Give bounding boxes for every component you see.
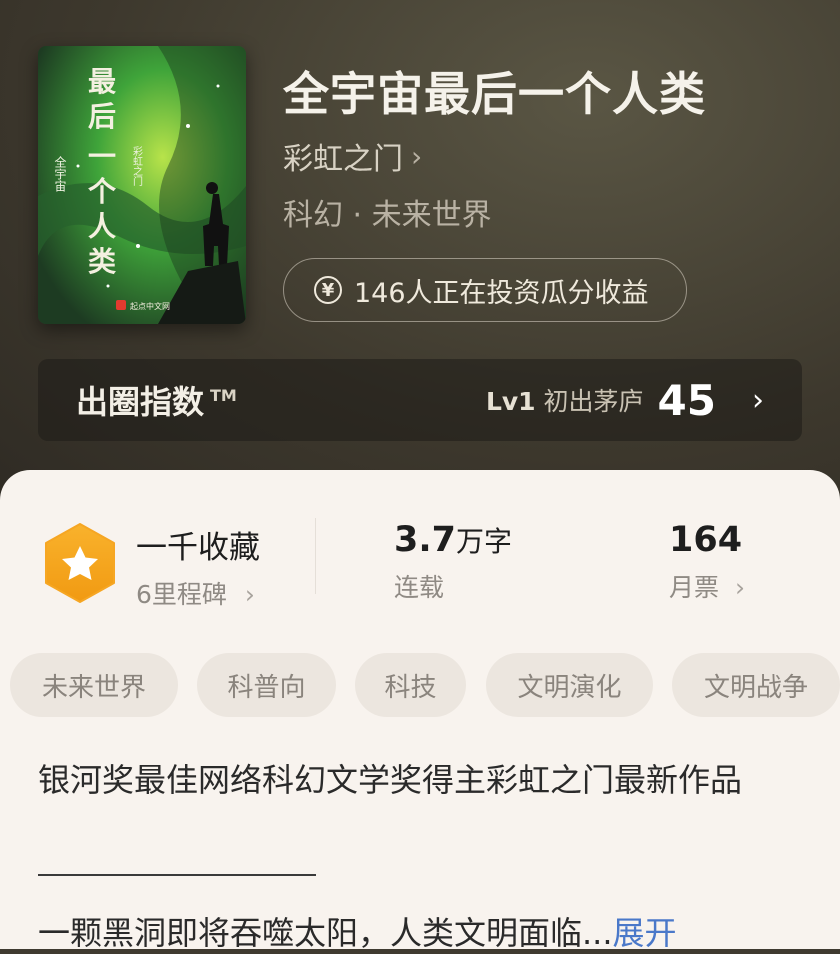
tag-chip[interactable]: 文明演化 bbox=[486, 653, 653, 717]
cover-title-char: 人 bbox=[88, 210, 116, 243]
tag-chip[interactable]: 科普向 bbox=[197, 653, 336, 717]
book-genre: 科幻 · 未来世界 bbox=[283, 198, 492, 233]
synopsis-text: 一颗黑洞即将吞噬太阳，人类文明面临... bbox=[38, 914, 613, 952]
chevron-right-icon: › bbox=[752, 382, 764, 418]
book-description: 银河奖最佳网络科幻文学奖得主彩虹之门最新作品 bbox=[38, 761, 743, 799]
cover-publisher: 起点中文网 bbox=[130, 301, 170, 311]
serial-status: 连载 bbox=[394, 573, 445, 602]
author-name: 彩虹之门 bbox=[283, 142, 403, 177]
investment-button[interactable]: ¥ 146人正在投资瓜分收益 bbox=[283, 258, 687, 322]
book-synopsis: 一颗黑洞即将吞噬太阳，人类文明面临...展开 bbox=[38, 908, 677, 954]
cover-title-char: 个 bbox=[88, 175, 117, 208]
cover-subtitle: 全宇宙 bbox=[53, 155, 67, 192]
collection-subtitle: 6里程碑 › bbox=[136, 575, 260, 611]
tag-chip[interactable]: 科技 bbox=[355, 653, 466, 717]
yen-icon: ¥ bbox=[314, 276, 342, 304]
word-count-unit: 万字 bbox=[456, 525, 513, 558]
word-count-stat: 3.7万字 连载 bbox=[394, 520, 512, 604]
tag-list: 未来世界 科普向 科技 文明演化 文明战争 bbox=[10, 653, 840, 719]
monthly-votes-label-row: 月票 › bbox=[669, 568, 745, 604]
collection-milestone[interactable]: 一千收藏 6里程碑 › bbox=[136, 522, 260, 611]
monthly-votes-label: 月票 bbox=[669, 573, 720, 602]
tag-chip[interactable]: 未来世界 bbox=[10, 653, 178, 717]
chevron-right-icon: › bbox=[244, 580, 255, 609]
word-count-value: 3.7 bbox=[394, 520, 457, 560]
monthly-votes-stat[interactable]: 164 月票 › bbox=[669, 520, 745, 604]
cover-author: 彩虹之门 bbox=[131, 146, 143, 187]
book-details-panel: 一千收藏 6里程碑 › 3.7万字 连载 164 月票 › 未来世界 科普向 科… bbox=[0, 470, 840, 952]
cover-title-char: 类 bbox=[88, 245, 116, 278]
stats-divider bbox=[315, 518, 316, 594]
cover-title-char: 最 bbox=[88, 65, 116, 98]
cover-title-char: 一 bbox=[88, 140, 116, 173]
cover-title-char: 后 bbox=[88, 100, 116, 133]
investment-label: 146人正在投资瓜分收益 bbox=[354, 277, 649, 309]
description-divider bbox=[38, 874, 316, 876]
popularity-index-label: 出圈指数 TM bbox=[76, 377, 237, 423]
expand-link[interactable]: 展开 bbox=[613, 914, 677, 952]
book-title: 全宇宙最后一个人类 bbox=[283, 67, 706, 121]
popularity-index-bar[interactable]: 出圈指数 TM Lv1 初出茅庐 45 › bbox=[38, 359, 802, 441]
level-code: Lv1 bbox=[485, 387, 536, 416]
milestone-count: 6里程碑 bbox=[136, 580, 227, 609]
author-link[interactable]: 彩虹之门 › bbox=[283, 134, 422, 178]
chevron-right-icon: › bbox=[734, 573, 745, 602]
popularity-level: Lv1 初出茅庐 bbox=[486, 382, 644, 418]
trademark-mark: TM bbox=[210, 386, 237, 406]
chevron-right-icon: › bbox=[411, 139, 423, 173]
popularity-index-title: 出圈指数 bbox=[76, 383, 205, 421]
level-name: 初出茅庐 bbox=[543, 387, 644, 416]
star-hexagon-icon bbox=[45, 523, 115, 603]
monthly-votes-value: 164 bbox=[669, 520, 743, 560]
collection-title: 一千收藏 bbox=[136, 530, 260, 566]
popularity-score: 45 bbox=[657, 375, 716, 425]
book-cover[interactable]: 最 后 一 个 人 类 全宇宙 彩虹之门 起点中文网 bbox=[38, 46, 246, 324]
tag-chip[interactable]: 文明战争 bbox=[672, 653, 840, 717]
